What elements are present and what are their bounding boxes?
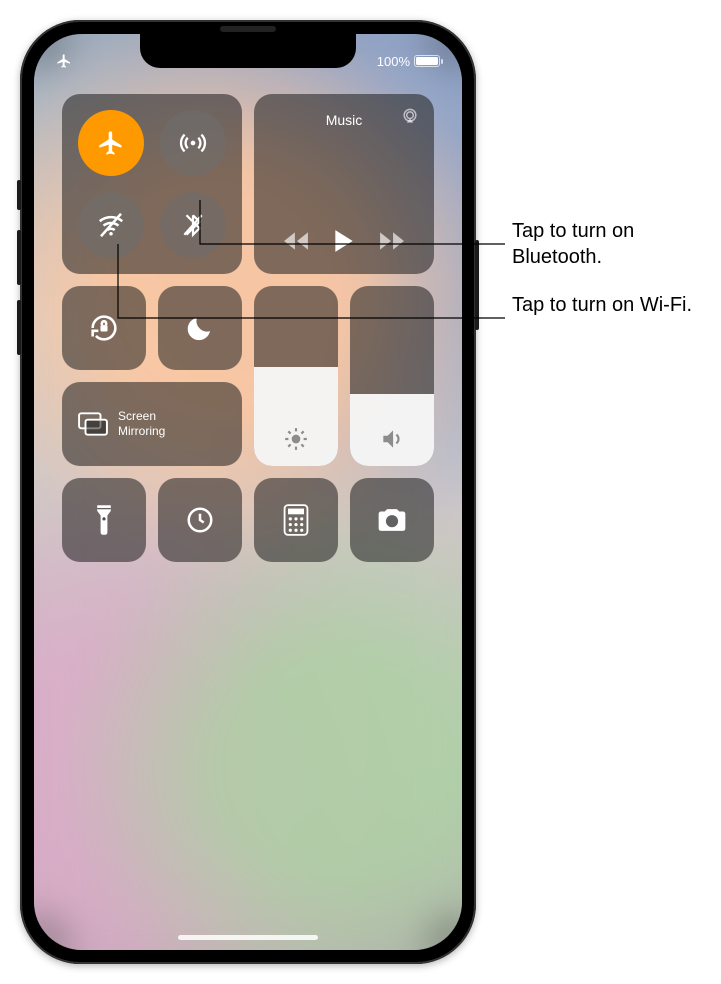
screen-mirroring-button[interactable]: Screen Mirroring <box>62 382 242 466</box>
timer-button[interactable] <box>158 478 242 562</box>
media-module[interactable]: Music <box>254 94 434 274</box>
wifi-off-icon <box>96 210 126 240</box>
side-button-hw <box>475 240 479 330</box>
airplane-icon <box>97 129 125 157</box>
screen-mirroring-icon <box>78 411 108 437</box>
wifi-button[interactable] <box>78 192 144 258</box>
cellular-icon <box>179 129 207 157</box>
callout-bluetooth: Tap to turn on Bluetooth. <box>512 218 712 270</box>
home-indicator[interactable] <box>178 935 318 940</box>
earpiece-speaker <box>220 26 276 32</box>
control-center: Music <box>52 94 444 562</box>
moon-icon <box>185 313 215 343</box>
camera-icon <box>375 506 409 534</box>
battery-fill <box>416 57 438 65</box>
rewind-button[interactable] <box>283 230 309 252</box>
callout-wifi: Tap to turn on Wi-Fi. <box>512 292 712 318</box>
battery-icon <box>414 55 440 67</box>
forward-button[interactable] <box>379 230 405 252</box>
volume-icon <box>379 426 405 452</box>
airplane-mode-button[interactable] <box>78 110 144 176</box>
flashlight-icon <box>94 503 114 537</box>
calculator-button[interactable] <box>254 478 338 562</box>
volume-up-hw <box>17 230 21 285</box>
phone-frame: 100% <box>20 20 476 964</box>
timer-icon <box>185 505 215 535</box>
bluetooth-button[interactable] <box>160 192 226 258</box>
orientation-lock-icon <box>87 311 121 345</box>
flashlight-button[interactable] <box>62 478 146 562</box>
connectivity-module[interactable] <box>62 94 242 274</box>
silent-switch <box>17 180 21 210</box>
media-title: Music <box>326 112 363 128</box>
camera-button[interactable] <box>350 478 434 562</box>
brightness-icon <box>283 426 309 452</box>
airplay-icon[interactable] <box>400 106 420 126</box>
play-button[interactable] <box>332 228 356 254</box>
calculator-icon <box>283 504 309 536</box>
volume-slider[interactable] <box>350 286 434 466</box>
brightness-slider[interactable] <box>254 286 338 466</box>
cellular-data-button[interactable] <box>160 110 226 176</box>
notch <box>140 34 356 68</box>
airplane-status-icon <box>56 53 72 69</box>
screen-mirroring-label: Screen Mirroring <box>118 409 165 439</box>
screen: 100% <box>34 34 462 950</box>
bluetooth-off-icon <box>180 212 206 238</box>
do-not-disturb-button[interactable] <box>158 286 242 370</box>
volume-down-hw <box>17 300 21 355</box>
orientation-lock-button[interactable] <box>62 286 146 370</box>
battery-pct-label: 100% <box>377 54 410 69</box>
